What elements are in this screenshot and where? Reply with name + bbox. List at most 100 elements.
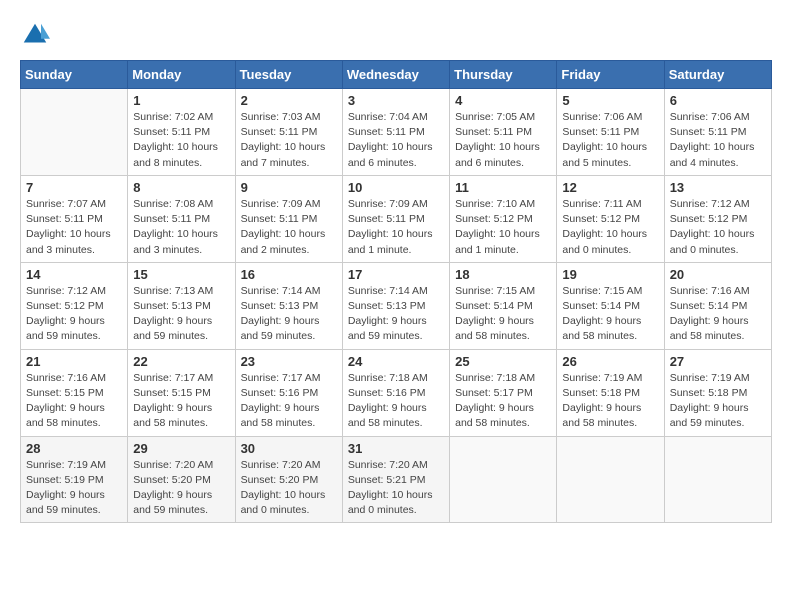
day-number: 7 (26, 180, 122, 195)
logo (20, 20, 52, 50)
week-row-5: 28 Sunrise: 7:19 AM Sunset: 5:19 PM Dayli… (21, 436, 772, 523)
calendar-cell: 4Sunrise: 7:05 AM Sunset: 5:11 PM Daylig… (450, 89, 557, 176)
day-number: 27 (670, 354, 766, 369)
day-number: 30 (241, 441, 337, 456)
day-number: 31 (348, 441, 444, 456)
calendar-cell: 7 Sunrise: 7:07 AM Sunset: 5:11 PM Daylig… (21, 175, 128, 262)
day-info: Sunrise: 7:10 AM Sunset: 5:12 PM Dayligh… (455, 197, 551, 258)
calendar-cell: 27 Sunrise: 7:19 AM Sunset: 5:18 PM Dayli… (664, 349, 771, 436)
calendar-cell: 24Sunrise: 7:18 AM Sunset: 5:16 PM Dayli… (342, 349, 449, 436)
day-info: Sunrise: 7:03 AM Sunset: 5:11 PM Dayligh… (241, 110, 337, 171)
week-row-2: 7 Sunrise: 7:07 AM Sunset: 5:11 PM Daylig… (21, 175, 772, 262)
logo-icon (20, 20, 50, 50)
day-number: 24 (348, 354, 444, 369)
calendar-cell: 14 Sunrise: 7:12 AM Sunset: 5:12 PM Dayli… (21, 262, 128, 349)
day-number: 26 (562, 354, 658, 369)
day-number: 10 (348, 180, 444, 195)
day-info: Sunrise: 7:17 AM Sunset: 5:16 PM Dayligh… (241, 371, 337, 432)
calendar-cell: 13 Sunrise: 7:12 AM Sunset: 5:12 PM Dayli… (664, 175, 771, 262)
calendar-cell: 23 Sunrise: 7:17 AM Sunset: 5:16 PM Dayli… (235, 349, 342, 436)
day-number: 6 (670, 93, 766, 108)
day-number: 25 (455, 354, 551, 369)
column-header-thursday: Thursday (450, 61, 557, 89)
calendar-cell: 19 Sunrise: 7:15 AM Sunset: 5:14 PM Dayli… (557, 262, 664, 349)
calendar-cell: 28 Sunrise: 7:19 AM Sunset: 5:19 PM Dayli… (21, 436, 128, 523)
column-header-sunday: Sunday (21, 61, 128, 89)
day-info: Sunrise: 7:04 AM Sunset: 5:11 PM Dayligh… (348, 110, 444, 171)
day-info: Sunrise: 7:15 AM Sunset: 5:14 PM Dayligh… (455, 284, 551, 345)
column-header-saturday: Saturday (664, 61, 771, 89)
week-row-4: 21 Sunrise: 7:16 AM Sunset: 5:15 PM Dayli… (21, 349, 772, 436)
calendar-cell: 3 Sunrise: 7:04 AM Sunset: 5:11 PM Daylig… (342, 89, 449, 176)
day-info: Sunrise: 7:20 AM Sunset: 5:20 PM Dayligh… (133, 458, 229, 519)
column-header-wednesday: Wednesday (342, 61, 449, 89)
calendar-cell: 2 Sunrise: 7:03 AM Sunset: 5:11 PM Daylig… (235, 89, 342, 176)
day-info: Sunrise: 7:18 AM Sunset: 5:17 PM Dayligh… (455, 371, 551, 432)
week-row-1: 1Sunrise: 7:02 AM Sunset: 5:11 PM Daylig… (21, 89, 772, 176)
day-number: 28 (26, 441, 122, 456)
calendar-cell: 15Sunrise: 7:13 AM Sunset: 5:13 PM Dayli… (128, 262, 235, 349)
day-number: 4 (455, 93, 551, 108)
day-number: 23 (241, 354, 337, 369)
calendar-cell (450, 436, 557, 523)
day-number: 21 (26, 354, 122, 369)
calendar-cell: 1Sunrise: 7:02 AM Sunset: 5:11 PM Daylig… (128, 89, 235, 176)
calendar-header-row: SundayMondayTuesdayWednesdayThursdayFrid… (21, 61, 772, 89)
calendar-cell: 8 Sunrise: 7:08 AM Sunset: 5:11 PM Daylig… (128, 175, 235, 262)
day-number: 29 (133, 441, 229, 456)
calendar-cell: 20 Sunrise: 7:16 AM Sunset: 5:14 PM Dayli… (664, 262, 771, 349)
day-info: Sunrise: 7:19 AM Sunset: 5:19 PM Dayligh… (26, 458, 122, 519)
column-header-friday: Friday (557, 61, 664, 89)
day-info: Sunrise: 7:16 AM Sunset: 5:15 PM Dayligh… (26, 371, 122, 432)
day-info: Sunrise: 7:11 AM Sunset: 5:12 PM Dayligh… (562, 197, 658, 258)
calendar-cell: 16Sunrise: 7:14 AM Sunset: 5:13 PM Dayli… (235, 262, 342, 349)
day-number: 14 (26, 267, 122, 282)
day-number: 3 (348, 93, 444, 108)
day-number: 22 (133, 354, 229, 369)
calendar-cell: 31 Sunrise: 7:20 AM Sunset: 5:21 PM Dayli… (342, 436, 449, 523)
day-number: 20 (670, 267, 766, 282)
day-number: 11 (455, 180, 551, 195)
day-info: Sunrise: 7:15 AM Sunset: 5:14 PM Dayligh… (562, 284, 658, 345)
day-number: 2 (241, 93, 337, 108)
day-number: 19 (562, 267, 658, 282)
day-number: 17 (348, 267, 444, 282)
calendar-cell: 18 Sunrise: 7:15 AM Sunset: 5:14 PM Dayli… (450, 262, 557, 349)
day-info: Sunrise: 7:08 AM Sunset: 5:11 PM Dayligh… (133, 197, 229, 258)
calendar-cell: 6Sunrise: 7:06 AM Sunset: 5:11 PM Daylig… (664, 89, 771, 176)
day-info: Sunrise: 7:19 AM Sunset: 5:18 PM Dayligh… (562, 371, 658, 432)
calendar-cell: 21 Sunrise: 7:16 AM Sunset: 5:15 PM Dayli… (21, 349, 128, 436)
day-info: Sunrise: 7:20 AM Sunset: 5:20 PM Dayligh… (241, 458, 337, 519)
calendar-cell: 5 Sunrise: 7:06 AM Sunset: 5:11 PM Daylig… (557, 89, 664, 176)
calendar-cell: 11 Sunrise: 7:10 AM Sunset: 5:12 PM Dayli… (450, 175, 557, 262)
calendar-cell: 12Sunrise: 7:11 AM Sunset: 5:12 PM Dayli… (557, 175, 664, 262)
day-info: Sunrise: 7:09 AM Sunset: 5:11 PM Dayligh… (241, 197, 337, 258)
day-number: 5 (562, 93, 658, 108)
calendar-cell: 26 Sunrise: 7:19 AM Sunset: 5:18 PM Dayli… (557, 349, 664, 436)
calendar-cell: 29 Sunrise: 7:20 AM Sunset: 5:20 PM Dayli… (128, 436, 235, 523)
column-header-tuesday: Tuesday (235, 61, 342, 89)
week-row-3: 14 Sunrise: 7:12 AM Sunset: 5:12 PM Dayli… (21, 262, 772, 349)
day-info: Sunrise: 7:12 AM Sunset: 5:12 PM Dayligh… (26, 284, 122, 345)
day-info: Sunrise: 7:06 AM Sunset: 5:11 PM Dayligh… (562, 110, 658, 171)
calendar-cell: 25 Sunrise: 7:18 AM Sunset: 5:17 PM Dayli… (450, 349, 557, 436)
day-info: Sunrise: 7:16 AM Sunset: 5:14 PM Dayligh… (670, 284, 766, 345)
calendar-cell: 17 Sunrise: 7:14 AM Sunset: 5:13 PM Dayli… (342, 262, 449, 349)
calendar-cell: 22Sunrise: 7:17 AM Sunset: 5:15 PM Dayli… (128, 349, 235, 436)
day-info: Sunrise: 7:02 AM Sunset: 5:11 PM Dayligh… (133, 110, 229, 171)
calendar-cell: 10 Sunrise: 7:09 AM Sunset: 5:11 PM Dayli… (342, 175, 449, 262)
day-info: Sunrise: 7:12 AM Sunset: 5:12 PM Dayligh… (670, 197, 766, 258)
day-info: Sunrise: 7:07 AM Sunset: 5:11 PM Dayligh… (26, 197, 122, 258)
day-info: Sunrise: 7:14 AM Sunset: 5:13 PM Dayligh… (348, 284, 444, 345)
day-info: Sunrise: 7:20 AM Sunset: 5:21 PM Dayligh… (348, 458, 444, 519)
day-number: 9 (241, 180, 337, 195)
day-info: Sunrise: 7:09 AM Sunset: 5:11 PM Dayligh… (348, 197, 444, 258)
day-info: Sunrise: 7:19 AM Sunset: 5:18 PM Dayligh… (670, 371, 766, 432)
day-number: 8 (133, 180, 229, 195)
day-number: 18 (455, 267, 551, 282)
calendar-table: SundayMondayTuesdayWednesdayThursdayFrid… (20, 60, 772, 523)
calendar-cell (21, 89, 128, 176)
calendar-cell: 30 Sunrise: 7:20 AM Sunset: 5:20 PM Dayli… (235, 436, 342, 523)
column-header-monday: Monday (128, 61, 235, 89)
day-number: 13 (670, 180, 766, 195)
